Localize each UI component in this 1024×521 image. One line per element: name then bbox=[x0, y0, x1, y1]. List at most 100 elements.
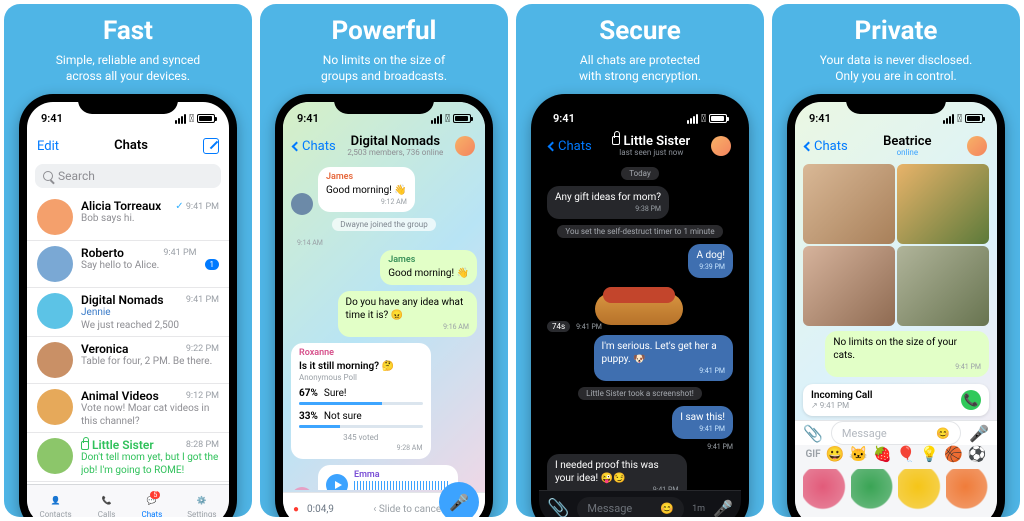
notch bbox=[78, 94, 178, 114]
message-in[interactable]: James Good morning! 👋 9:12 AM bbox=[318, 167, 415, 212]
back-button[interactable]: Chats bbox=[549, 139, 592, 154]
message-area[interactable]: Today Any gift ideas for mom?9:38 PM You… bbox=[539, 162, 741, 490]
message-out[interactable]: Do you have any idea what time it is? 😠 … bbox=[338, 291, 478, 337]
attach-icon[interactable]: 📎 bbox=[803, 424, 823, 443]
headline: Private bbox=[855, 16, 938, 46]
chat-name: Animal Videos bbox=[81, 389, 159, 403]
panel-fast: Fast Simple, reliable and synced across … bbox=[4, 4, 252, 517]
chat-time: 9:22 PM bbox=[186, 344, 219, 354]
emoji-category[interactable]: 💡 bbox=[920, 445, 939, 463]
photo[interactable] bbox=[803, 246, 895, 326]
message-in[interactable]: I needed proof this was your idea! 😜😏9:4… bbox=[547, 454, 687, 491]
chat-time: 9:41 PM bbox=[163, 248, 196, 258]
message-out[interactable]: I'm serious. Let's get her a puppy. 🐶9:4… bbox=[594, 335, 734, 381]
navbar-title[interactable]: Beatriceonline bbox=[883, 135, 931, 158]
contact-avatar[interactable] bbox=[967, 136, 987, 156]
message-out[interactable]: A dog!9:39 PM bbox=[688, 244, 733, 277]
message-out[interactable]: I saw this!9:41 PM bbox=[672, 406, 733, 439]
contact-avatar[interactable] bbox=[711, 136, 731, 156]
gif-tab[interactable]: GIF bbox=[805, 449, 820, 460]
poll-bubble[interactable]: Roxanne Is it still morning? 🤔 Anonymous… bbox=[291, 343, 431, 459]
chat-preview: Bob says hi. bbox=[81, 213, 219, 226]
photo[interactable] bbox=[803, 164, 895, 244]
attach-icon[interactable]: 📎 bbox=[547, 498, 569, 517]
chat-list[interactable]: Alicia Torreaux ✓ 9:41 PM Bob says hi. R… bbox=[27, 194, 229, 517]
mic-icon[interactable]: 🎤 bbox=[969, 424, 989, 443]
sticker[interactable] bbox=[898, 469, 942, 513]
message-input[interactable]: Message 😊 bbox=[577, 497, 684, 517]
compose-icon[interactable] bbox=[203, 138, 219, 154]
emoji-category[interactable]: 😀 bbox=[826, 445, 845, 463]
tab-calls[interactable]: 📞Calls bbox=[97, 493, 117, 517]
phone-icon[interactable]: 📞 bbox=[961, 390, 981, 410]
unread-badge: 1 bbox=[205, 259, 220, 270]
panel-powerful: Powerful No limits on the size of groups… bbox=[260, 4, 508, 517]
avatar bbox=[291, 193, 313, 215]
edit-button[interactable]: Edit bbox=[37, 139, 59, 154]
sticker[interactable] bbox=[851, 469, 895, 513]
play-icon[interactable] bbox=[326, 474, 348, 490]
navbar-title[interactable]: Digital Nomads2,503 members, 736 online bbox=[347, 135, 443, 158]
emoji-category[interactable]: 🎈 bbox=[897, 445, 916, 463]
back-button[interactable]: Chats bbox=[293, 139, 336, 154]
tab-settings[interactable]: ⚙️Settings bbox=[187, 493, 216, 517]
timer-badge[interactable]: 1m bbox=[692, 504, 705, 514]
mic-button[interactable]: 🎤 bbox=[439, 482, 479, 517]
chat-name: Alicia Torreaux bbox=[81, 199, 161, 213]
tab-chats[interactable]: 💬Chats5 bbox=[142, 493, 163, 517]
incoming-call[interactable]: Incoming Call ↗ 9:41 PM 📞 bbox=[803, 384, 989, 416]
chat-row[interactable]: Alicia Torreaux ✓ 9:41 PM Bob says hi. bbox=[27, 194, 229, 241]
photo[interactable] bbox=[897, 246, 989, 326]
chat-name: Little Sister bbox=[81, 438, 154, 452]
emoji-category[interactable]: ⚽ bbox=[968, 445, 987, 463]
wifi-icon: 􀙇 bbox=[189, 112, 194, 125]
subheadline: Your data is never disclosed. Only you a… bbox=[820, 52, 973, 84]
sticker[interactable] bbox=[946, 469, 990, 513]
message-in[interactable]: Any gift ideas for mom?9:38 PM bbox=[547, 186, 669, 219]
sticker-hotdog[interactable] bbox=[595, 285, 685, 317]
emoji-category[interactable]: 🏀 bbox=[944, 445, 963, 463]
chat-row[interactable]: Veronica 9:22 PM Table for four, 2 PM. B… bbox=[27, 337, 229, 384]
sticker-grid[interactable] bbox=[795, 463, 997, 517]
navbar-title: Chats bbox=[114, 139, 148, 153]
emoji-icon[interactable]: 😊 bbox=[936, 427, 950, 440]
phone-frame: 9:41 􀙇 Edit Chats Search Alicia Torreaux… bbox=[19, 94, 237, 517]
status-time: 9:41 bbox=[553, 112, 575, 125]
subheadline: No limits on the size of groups and broa… bbox=[321, 52, 447, 84]
mic-icon[interactable]: 🎤 bbox=[713, 499, 733, 517]
status-icons: 􀙇 bbox=[175, 112, 215, 125]
message-out[interactable]: James Good morning! 👋 bbox=[380, 250, 477, 285]
system-message: You set the self-destruct timer to 1 min… bbox=[557, 225, 722, 238]
chat-row[interactable]: Little Sister 8:28 PM Don't tell mom yet… bbox=[27, 433, 229, 482]
headline: Fast bbox=[103, 16, 153, 46]
chat-row[interactable]: Digital Nomads 9:41 PM JennieWe just rea… bbox=[27, 288, 229, 337]
photo-grid[interactable] bbox=[795, 162, 997, 328]
avatar bbox=[37, 199, 73, 235]
emoji-category-row[interactable]: GIF 😀🐱 🍓 🎈💡 🏀 ⚽ bbox=[795, 445, 997, 463]
tab-contacts[interactable]: 👤Contacts bbox=[39, 493, 71, 517]
chat-row[interactable]: Animal Videos 9:12 PM Vote now! Moar cat… bbox=[27, 384, 229, 433]
screen-private: 9:41 􀙇 Chats Beatriceonline No limits on… bbox=[795, 102, 997, 517]
back-button[interactable]: Chats bbox=[805, 139, 848, 154]
message-area[interactable]: James Good morning! 👋 9:12 AM Dwayne joi… bbox=[283, 162, 485, 490]
avatar bbox=[37, 389, 73, 425]
battery-icon bbox=[197, 114, 215, 123]
emoji-icon[interactable]: 😊 bbox=[660, 502, 674, 515]
waveform bbox=[354, 481, 450, 490]
search-input[interactable]: Search bbox=[35, 164, 221, 188]
mic-icon: 🎤 bbox=[449, 493, 469, 512]
chat-row[interactable]: Roberto 9:41 PM Say hello to Alice. 1 bbox=[27, 241, 229, 288]
emoji-category[interactable]: 🍓 bbox=[873, 445, 892, 463]
avatar bbox=[37, 438, 73, 474]
group-avatar[interactable] bbox=[455, 136, 475, 156]
chat-time: 9:12 PM bbox=[186, 391, 219, 401]
photo[interactable] bbox=[897, 164, 989, 244]
emoji-category[interactable]: 🐱 bbox=[849, 445, 868, 463]
navbar-title[interactable]: Little Sisterlast seen just now bbox=[612, 135, 690, 158]
sticker[interactable] bbox=[803, 469, 847, 513]
phone-frame: 9:41 􀙇 Chats Little Sisterlast seen just… bbox=[531, 94, 749, 517]
phone-icon: 📞 bbox=[97, 493, 117, 509]
message-out[interactable]: No limits on the size of your cats.9:41 … bbox=[825, 331, 989, 377]
message-input[interactable]: Message😊 bbox=[831, 421, 961, 445]
voice-message[interactable]: Emma 9:40 AM bbox=[318, 465, 458, 491]
